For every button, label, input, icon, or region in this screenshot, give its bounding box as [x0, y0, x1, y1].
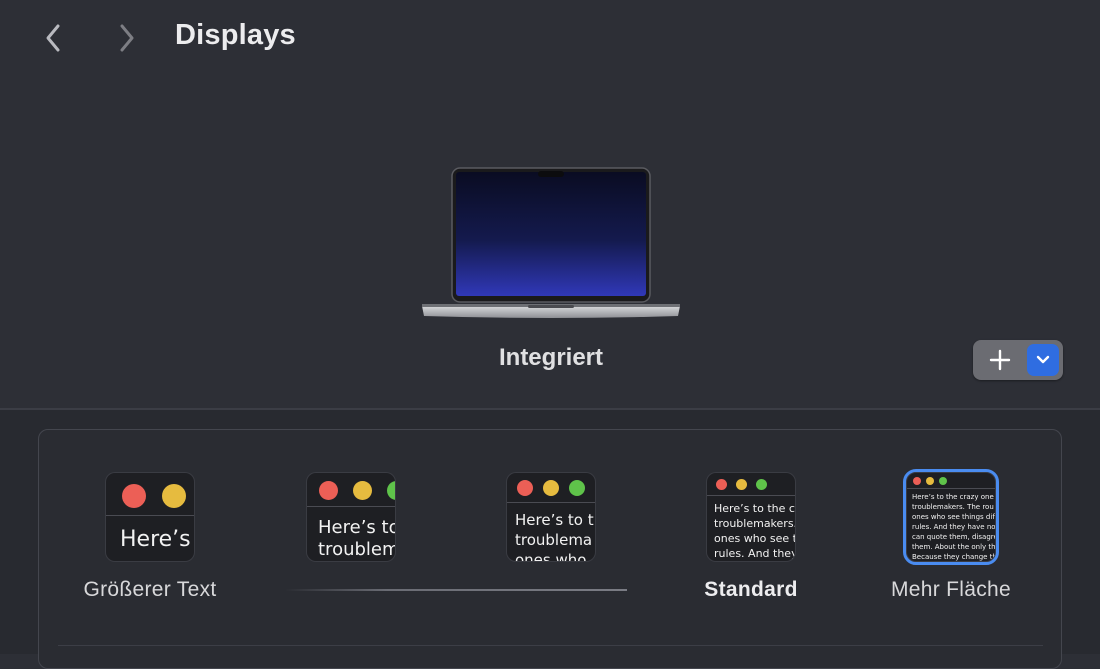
chevron-right-icon: [120, 24, 134, 52]
chevron-down-icon: [1036, 355, 1050, 364]
add-display-control: [973, 340, 1063, 380]
resolution-option-3[interactable]: Here’s to t troublema ones who: [507, 473, 595, 561]
zoom-dot-icon: [569, 480, 585, 496]
scale-slider-track: [285, 589, 627, 591]
plus-icon: [989, 349, 1011, 371]
laptop-icon: [422, 167, 680, 318]
sample-text: Here’s to the crazy one troublemakers. T…: [912, 493, 995, 561]
close-dot-icon: [913, 477, 921, 485]
display-name-label: Integriert: [498, 344, 603, 371]
resolution-option-label: Größerer Text: [83, 578, 217, 601]
minimize-dot-icon: [162, 484, 186, 508]
back-button[interactable]: [34, 18, 74, 58]
resolution-option-2[interactable]: Here’s to troublem: [307, 473, 395, 561]
minimize-dot-icon: [543, 480, 559, 496]
zoom-dot-icon: [939, 477, 947, 485]
add-display-button[interactable]: [973, 340, 1027, 380]
resolution-option-label: Standard: [704, 578, 798, 601]
built-in-display-thumbnail[interactable]: [418, 166, 684, 322]
chevron-left-icon: [46, 24, 60, 52]
forward-button[interactable]: [106, 18, 146, 58]
panel-row-divider: [58, 645, 1043, 646]
close-dot-icon: [517, 480, 533, 496]
sample-text: Here’s to troublem: [318, 517, 395, 560]
minimize-dot-icon: [353, 481, 372, 500]
close-dot-icon: [122, 484, 146, 508]
zoom-dot-icon: [756, 479, 767, 490]
sample-text: Here’s to t troublema ones who: [515, 511, 594, 561]
sample-text: Here’s to the cr troublemakers. ones who…: [714, 502, 795, 560]
close-dot-icon: [716, 479, 727, 490]
resolution-option-standard[interactable]: Here’s to the cr troublemakers. ones who…: [707, 473, 795, 561]
sample-text: Here’s: [120, 527, 191, 552]
page-title: Displays: [175, 19, 296, 51]
minimize-dot-icon: [736, 479, 747, 490]
minimize-dot-icon: [926, 477, 934, 485]
close-dot-icon: [319, 481, 338, 500]
resolution-option-label: Mehr Fläche: [890, 578, 1011, 601]
resolution-option-larger-text[interactable]: Here’s: [106, 473, 194, 561]
resolution-option-more-space[interactable]: Here’s to the crazy one troublemakers. T…: [903, 469, 999, 565]
add-display-menu-button[interactable]: [1027, 344, 1059, 376]
